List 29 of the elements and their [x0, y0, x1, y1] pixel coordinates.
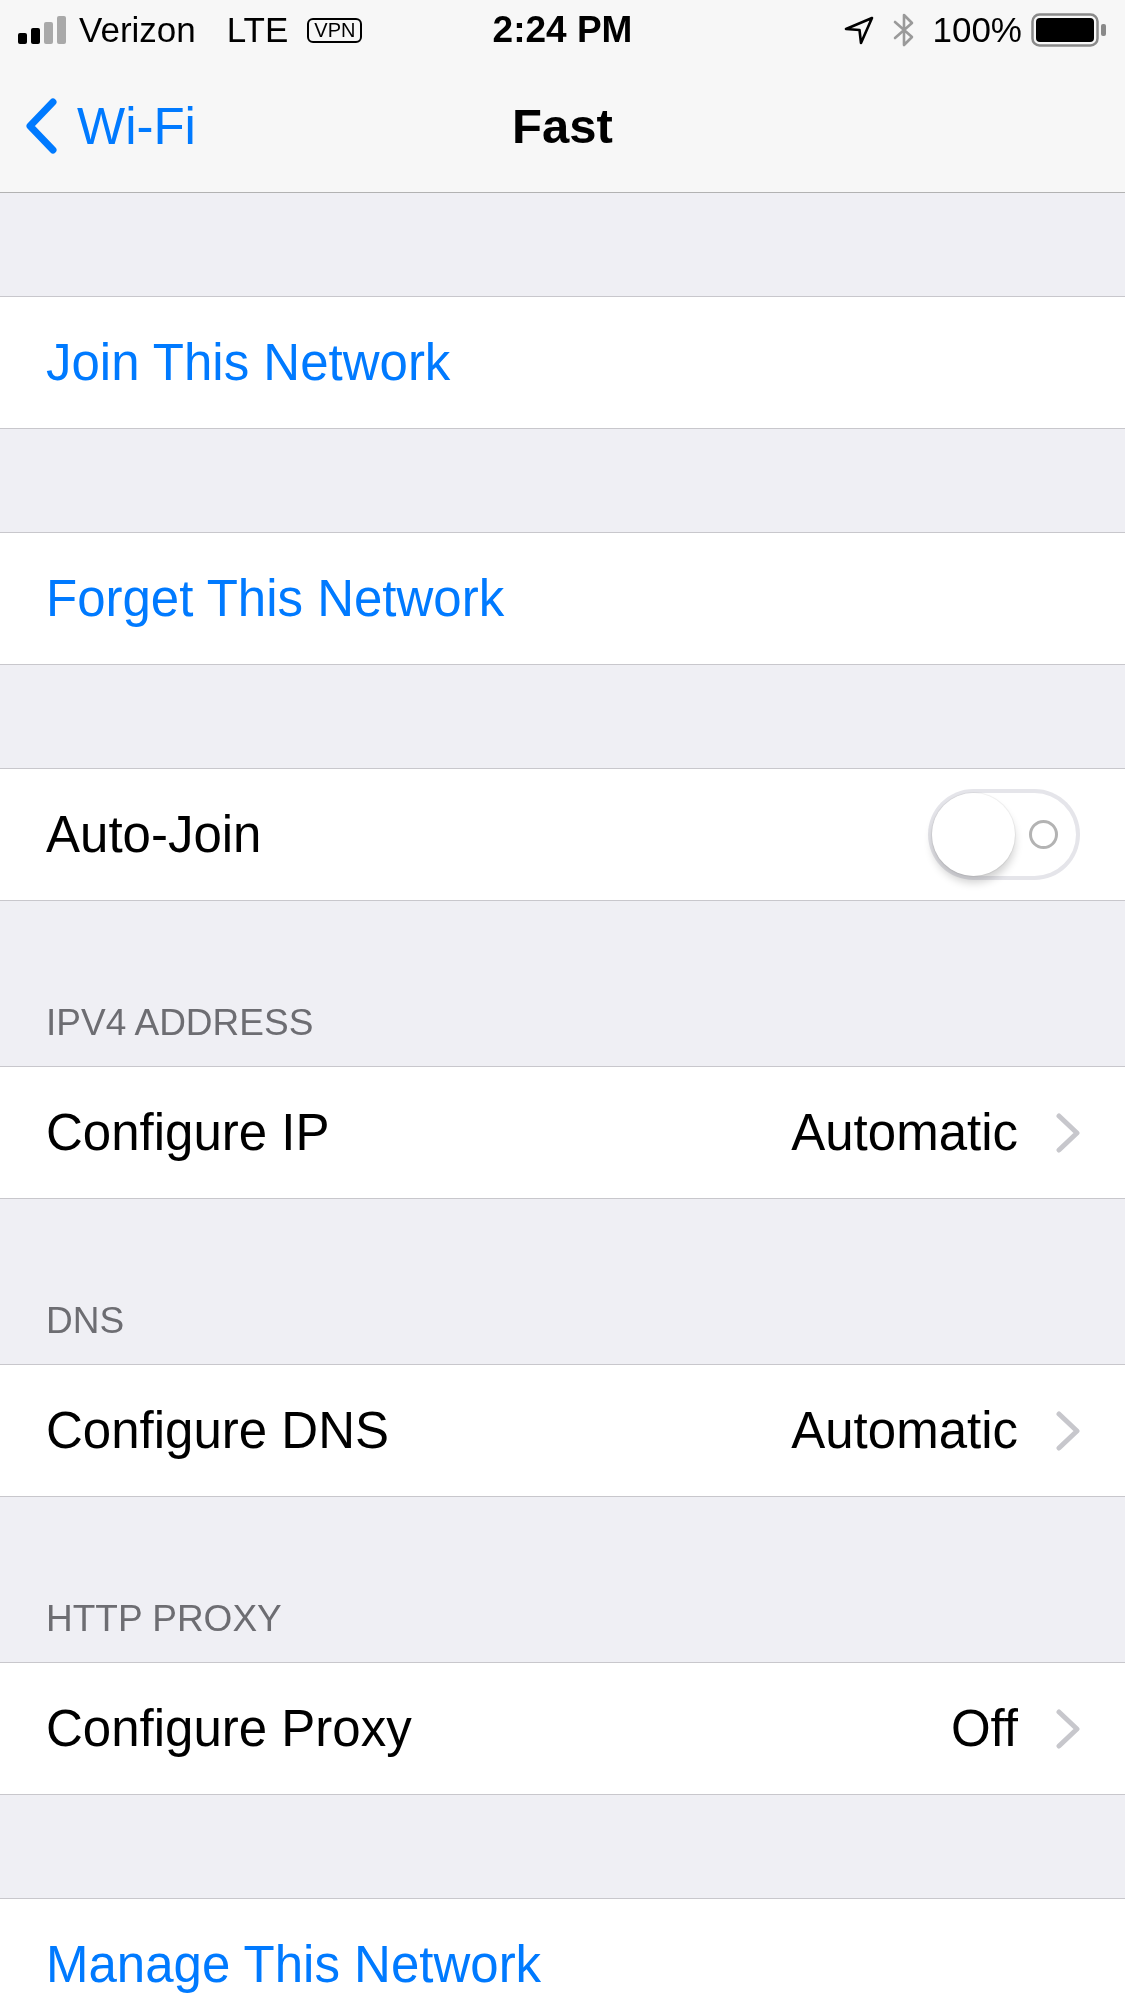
row-value: Automatic [791, 1401, 1018, 1460]
battery-icon [1031, 13, 1107, 47]
disclosure-row[interactable]: Configure DNS Automatic [0, 1364, 1125, 1497]
chevron-icon [1056, 1410, 1080, 1451]
carrier-name: Verizon [79, 10, 196, 50]
back-button[interactable]: Wi-Fi [0, 96, 196, 156]
section-header: HTTP PROXY [46, 1597, 282, 1641]
battery-percent: 100% [932, 10, 1022, 50]
status-time: 2:24 PM [492, 10, 633, 50]
action-row[interactable]: Join This Network [0, 296, 1125, 429]
bluetooth-icon [893, 12, 916, 48]
disclosure-row[interactable]: Configure IP Automatic [0, 1066, 1125, 1199]
back-chevron-icon [25, 98, 57, 154]
row-value: Automatic [791, 1103, 1018, 1162]
chevron-icon [1056, 1112, 1080, 1153]
action-row[interactable]: Manage This Network [0, 1898, 1125, 2001]
action-row[interactable]: Forget This Network [0, 532, 1125, 665]
signal-icon [18, 16, 66, 44]
nav-title: Fast [512, 98, 613, 154]
chevron-icon [1056, 1708, 1080, 1749]
disclosure-row[interactable]: Configure Proxy Off [0, 1662, 1125, 1795]
vpn-badge: VPN [307, 17, 363, 43]
network-type: LTE [226, 10, 289, 50]
section-header: IPV4 ADDRESS [46, 1001, 314, 1045]
location-arrow-icon [844, 15, 875, 45]
ring-icon [1029, 820, 1058, 849]
row-label: Auto-Join [46, 805, 263, 864]
row-value: Off [950, 1699, 1018, 1758]
section-header: DNS [46, 1299, 125, 1343]
